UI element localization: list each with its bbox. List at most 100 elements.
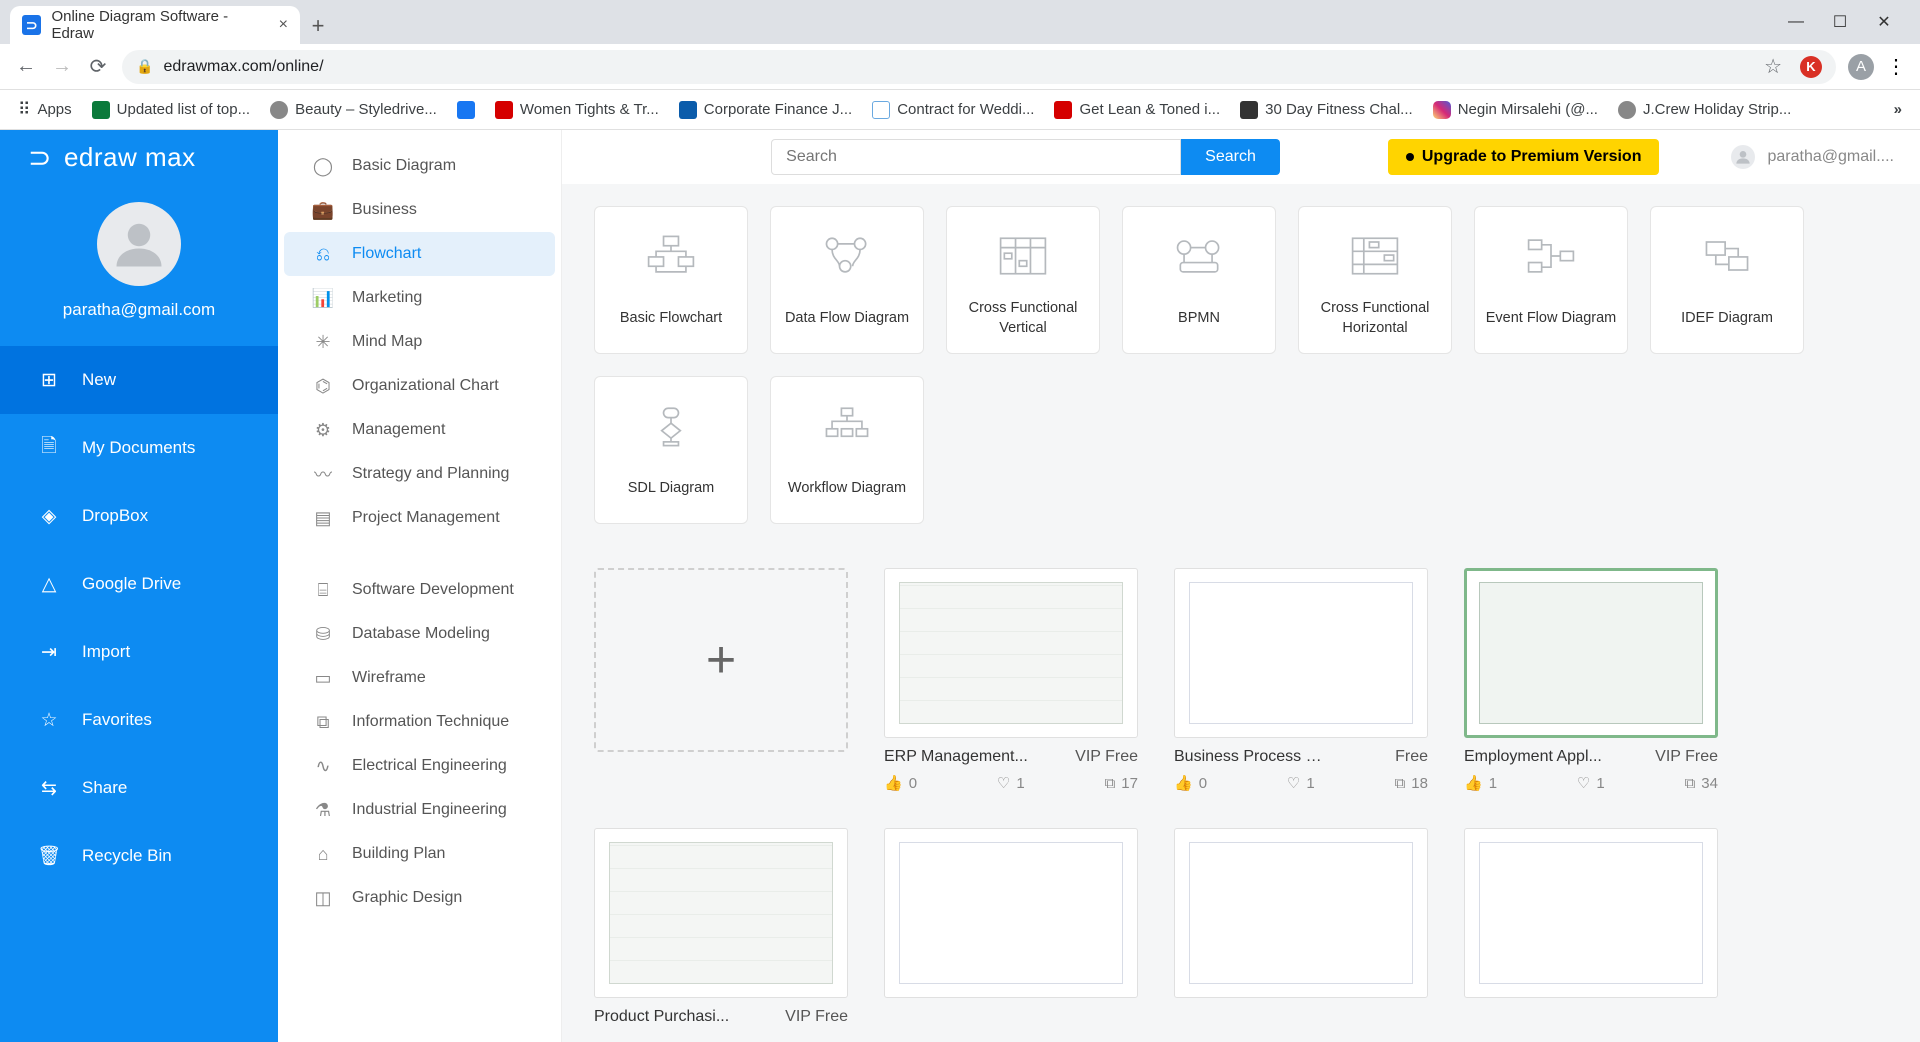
bookmarks-overflow-icon[interactable]: » bbox=[1894, 101, 1902, 118]
new-blank-card[interactable]: + bbox=[594, 568, 848, 792]
gallery-card[interactable] bbox=[1174, 828, 1428, 1034]
heart-icon: ♡ bbox=[1287, 774, 1300, 792]
bookmark-label: Beauty – Styledrive... bbox=[295, 101, 437, 118]
gallery-thumb bbox=[1174, 568, 1428, 738]
gallery-card[interactable] bbox=[884, 828, 1138, 1034]
cat-wireframe[interactable]: ▭Wireframe bbox=[284, 656, 555, 700]
hearts-stat[interactable]: ♡1 bbox=[1577, 774, 1605, 792]
search-button[interactable]: Search bbox=[1181, 139, 1280, 175]
topbar-user[interactable]: paratha@gmail.... bbox=[1731, 145, 1894, 169]
floorplan-icon: ⌂ bbox=[312, 844, 334, 865]
back-button[interactable]: ← bbox=[14, 55, 38, 79]
nav-import[interactable]: ⇥Import bbox=[0, 618, 278, 686]
nav-google-drive[interactable]: △Google Drive bbox=[0, 550, 278, 618]
cat-mind-map[interactable]: ✳Mind Map bbox=[284, 320, 555, 364]
profile-avatar-icon[interactable]: A bbox=[1848, 54, 1874, 80]
window-close-icon[interactable]: ✕ bbox=[1876, 14, 1892, 30]
template-card[interactable]: Data Flow Diagram bbox=[770, 206, 924, 354]
nav-share[interactable]: ⇆Share bbox=[0, 754, 278, 822]
cat-project-mgmt[interactable]: ▤Project Management bbox=[284, 496, 555, 540]
copies-stat[interactable]: ⧉18 bbox=[1395, 774, 1428, 792]
search-input[interactable] bbox=[771, 139, 1181, 175]
template-card[interactable]: Basic Flowchart bbox=[594, 206, 748, 354]
template-card[interactable]: Event Flow Diagram bbox=[1474, 206, 1628, 354]
copies-stat[interactable]: ⧉17 bbox=[1105, 774, 1138, 792]
cat-business[interactable]: 💼Business bbox=[284, 188, 555, 232]
gallery-thumb bbox=[884, 828, 1138, 998]
bookmark-item[interactable]: Updated list of top... bbox=[92, 101, 250, 119]
hearts-stat[interactable]: ♡1 bbox=[997, 774, 1025, 792]
cat-software-dev[interactable]: ⌸Software Development bbox=[284, 568, 555, 612]
window-minimize-icon[interactable]: — bbox=[1788, 14, 1804, 30]
bookmark-item[interactable]: 30 Day Fitness Chal... bbox=[1240, 101, 1413, 119]
documents-icon: 🗎 bbox=[38, 432, 60, 464]
template-card[interactable]: Cross Functional Vertical bbox=[946, 206, 1100, 354]
bookmark-star-icon[interactable]: ☆ bbox=[1764, 54, 1782, 79]
trend-icon: 〰 bbox=[312, 461, 334, 487]
template-card[interactable]: SDL Diagram bbox=[594, 376, 748, 524]
nav-my-documents[interactable]: 🗎My Documents bbox=[0, 414, 278, 482]
app-logo[interactable]: ⊃ edraw max bbox=[0, 130, 278, 184]
tab-close-icon[interactable]: × bbox=[279, 16, 288, 34]
bookmark-apps[interactable]: ⠿Apps bbox=[18, 100, 72, 120]
bookmark-item[interactable]: Get Lean & Toned i... bbox=[1054, 101, 1220, 119]
cat-industrial[interactable]: ⚗Industrial Engineering bbox=[284, 788, 555, 832]
gallery-card[interactable]: Product Purchasi... VIP Free bbox=[594, 828, 848, 1034]
template-label: Basic Flowchart bbox=[620, 299, 722, 339]
gallery-card[interactable]: Business Process Mo... Free 👍0 ♡1 ⧉18 bbox=[1174, 568, 1428, 792]
copies-stat[interactable]: ⧉34 bbox=[1685, 774, 1718, 792]
gallery-card[interactable]: ERP Management... VIP Free 👍0 ♡1 ⧉17 bbox=[884, 568, 1138, 792]
browser-menu-icon[interactable]: ⋮ bbox=[1886, 54, 1906, 79]
bookmark-item[interactable]: J.Crew Holiday Strip... bbox=[1618, 101, 1791, 119]
extension-k-icon[interactable]: K bbox=[1800, 56, 1822, 78]
likes-stat[interactable]: 👍0 bbox=[1174, 774, 1207, 792]
template-card[interactable]: IDEF Diagram bbox=[1650, 206, 1804, 354]
nav-dropbox[interactable]: ◈DropBox bbox=[0, 482, 278, 550]
bookmark-item[interactable]: Women Tights & Tr... bbox=[495, 101, 659, 119]
gallery-card[interactable] bbox=[1464, 828, 1718, 1034]
bookmark-item[interactable]: Contract for Weddi... bbox=[872, 101, 1034, 119]
cat-management[interactable]: ⚙Management bbox=[284, 408, 555, 452]
window-maximize-icon[interactable]: ☐ bbox=[1832, 14, 1848, 30]
cat-info-technique[interactable]: ⧉Information Technique bbox=[284, 700, 555, 744]
reload-button[interactable]: ⟳ bbox=[86, 55, 110, 79]
cat-database[interactable]: ⛁Database Modeling bbox=[284, 612, 555, 656]
bookmark-item[interactable] bbox=[457, 101, 475, 119]
bookmark-label: Contract for Weddi... bbox=[897, 101, 1034, 118]
template-card[interactable]: Workflow Diagram bbox=[770, 376, 924, 524]
template-card[interactable]: BPMN bbox=[1122, 206, 1276, 354]
bookmark-label: J.Crew Holiday Strip... bbox=[1643, 101, 1791, 118]
bookmark-item[interactable]: Corporate Finance J... bbox=[679, 101, 852, 119]
cat-graphic-design[interactable]: ◫Graphic Design bbox=[284, 876, 555, 920]
upgrade-button[interactable]: Upgrade to Premium Version bbox=[1388, 139, 1660, 175]
cat-strategy[interactable]: 〰Strategy and Planning bbox=[284, 452, 555, 496]
user-email: paratha@gmail.com bbox=[63, 300, 215, 320]
cat-flowchart[interactable]: ⎌Flowchart bbox=[284, 232, 555, 276]
thumbs-up-icon: 👍 bbox=[1464, 774, 1483, 792]
bookmark-item[interactable]: Negin Mirsalehi (@... bbox=[1433, 101, 1598, 119]
avatar[interactable] bbox=[97, 202, 181, 286]
template-card[interactable]: Cross Functional Horizontal bbox=[1298, 206, 1452, 354]
browser-tab[interactable]: ⊃ Online Diagram Software - Edraw × bbox=[10, 6, 300, 44]
edraw-logo-icon: ⊃ bbox=[28, 141, 52, 174]
template-label: Cross Functional Vertical bbox=[955, 299, 1091, 339]
hearts-stat[interactable]: ♡1 bbox=[1287, 774, 1315, 792]
new-tab-button[interactable]: + bbox=[300, 8, 336, 44]
cat-marketing[interactable]: 📊Marketing bbox=[284, 276, 555, 320]
address-bar[interactable]: 🔒 edrawmax.com/online/ ☆ K bbox=[122, 50, 1836, 84]
nav-favorites[interactable]: ☆Favorites bbox=[0, 686, 278, 754]
cat-building-plan[interactable]: ⌂Building Plan bbox=[284, 832, 555, 876]
likes-stat[interactable]: 👍0 bbox=[884, 774, 917, 792]
nav-recycle-bin[interactable]: 🗑Recycle Bin bbox=[0, 822, 278, 890]
gallery-card[interactable]: Employment Appl... VIP Free 👍1 ♡1 ⧉34 bbox=[1464, 568, 1718, 792]
bookmark-item[interactable]: Beauty – Styledrive... bbox=[270, 101, 437, 119]
content: Basic Flowchart Data Flow Diagram Cross Fu… bbox=[562, 184, 1920, 1042]
nav-new[interactable]: ⊞New bbox=[0, 346, 278, 414]
cat-electrical[interactable]: ∿Electrical Engineering bbox=[284, 744, 555, 788]
cat-org-chart[interactable]: ⌬Organizational Chart bbox=[284, 364, 555, 408]
cat-basic-diagram[interactable]: ◯Basic Diagram bbox=[284, 144, 555, 188]
copy-icon: ⧉ bbox=[1685, 775, 1696, 792]
likes-stat[interactable]: 👍1 bbox=[1464, 774, 1497, 792]
forward-button[interactable]: → bbox=[50, 55, 74, 79]
sidebar-primary: ⊃ edraw max paratha@gmail.com ⊞New 🗎My D… bbox=[0, 130, 278, 1042]
